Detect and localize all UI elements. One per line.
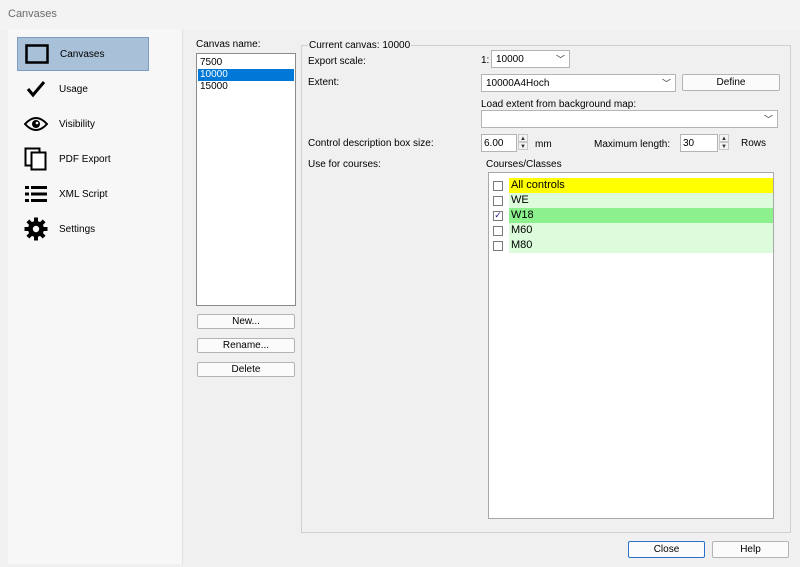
delete-canvas-button[interactable]: Delete — [197, 362, 295, 377]
sidebar-item-visibility[interactable]: Visibility — [17, 107, 149, 141]
spin-up-icon[interactable]: ▲ — [719, 134, 729, 142]
course-checkbox[interactable] — [493, 225, 503, 236]
max-length-stepper[interactable]: ▲ ▼ — [719, 134, 729, 150]
list-icon — [23, 181, 49, 207]
checkmark-icon: ✓ — [494, 210, 502, 220]
sidebar: Canvases Usage Visibility PDF Export XML… — [8, 29, 183, 564]
courses-group-title: Courses/Classes — [486, 159, 562, 170]
sidebar-item-label: Settings — [59, 223, 96, 235]
sidebar-item-label: Visibility — [59, 118, 95, 130]
sidebar-item-canvases[interactable]: Canvases — [17, 37, 149, 71]
course-checkbox[interactable]: ✓ — [493, 210, 503, 221]
max-length-value: 30 — [683, 137, 695, 149]
export-scale-value: 10000 — [496, 53, 524, 65]
scale-prefix: 1: — [481, 55, 490, 66]
title-bar: Canvases — [0, 0, 800, 30]
pdf-pages-icon — [23, 146, 49, 172]
sidebar-item-pdf-export[interactable]: PDF Export — [17, 142, 149, 176]
window-title: Canvases — [8, 8, 57, 20]
sidebar-item-label: XML Script — [59, 188, 108, 200]
sidebar-item-usage[interactable]: Usage — [17, 72, 149, 106]
spin-down-icon[interactable]: ▼ — [719, 142, 729, 150]
list-item[interactable]: All controls — [493, 178, 773, 193]
checkmark-icon — [23, 76, 49, 102]
chevron-down-icon[interactable]: ﹀ — [662, 77, 671, 90]
list-item[interactable]: 7500 — [198, 57, 294, 69]
extent-value: 10000A4Hoch — [486, 77, 550, 89]
canvas-icon — [24, 41, 50, 67]
define-button[interactable]: Define — [682, 74, 780, 91]
extent-combo[interactable]: 10000A4Hoch ﹀ — [481, 74, 676, 92]
course-name: All controls — [509, 178, 773, 193]
canvas-name-label: Canvas name: — [196, 39, 261, 50]
extent-label: Extent: — [308, 77, 340, 88]
course-name: M80 — [509, 238, 773, 253]
sidebar-item-xml-script[interactable]: XML Script — [17, 177, 149, 211]
course-checkbox[interactable] — [493, 195, 503, 206]
export-scale-combo[interactable]: 10000 ﹀ — [491, 50, 570, 68]
use-for-courses-label: Use for courses: — [308, 159, 381, 170]
list-item[interactable]: 15000 — [198, 81, 294, 93]
list-item[interactable]: 10000 — [198, 69, 294, 81]
courses-checklist[interactable]: All controls WE ✓ W18 M60 M80 — [488, 172, 774, 519]
list-item[interactable]: WE — [493, 193, 773, 208]
sidebar-item-label: Canvases — [60, 48, 105, 60]
list-item[interactable]: ✓ W18 — [493, 208, 773, 223]
spin-down-icon[interactable]: ▼ — [518, 142, 528, 150]
sidebar-item-label: PDF Export — [59, 153, 111, 165]
course-checkbox[interactable] — [493, 180, 503, 191]
sidebar-item-label: Usage — [59, 83, 88, 95]
chevron-down-icon[interactable]: ﹀ — [764, 113, 773, 126]
load-extent-label: Load extent from background map: — [481, 99, 637, 110]
course-checkbox[interactable] — [493, 240, 503, 251]
box-size-input[interactable]: 6.00 — [481, 134, 517, 152]
new-canvas-button[interactable]: New... — [197, 314, 295, 329]
close-button[interactable]: Close — [628, 541, 705, 558]
max-length-unit: Rows — [741, 138, 767, 149]
load-extent-combo[interactable]: ﹀ — [481, 110, 778, 128]
eye-icon — [23, 111, 49, 137]
list-item[interactable]: M60 — [493, 223, 773, 238]
max-length-input[interactable]: 30 — [680, 134, 718, 152]
box-size-unit: mm — [535, 139, 552, 150]
spin-up-icon[interactable]: ▲ — [518, 134, 528, 142]
box-size-stepper[interactable]: ▲ ▼ — [518, 134, 528, 150]
current-canvas-title: Current canvas: 10000 — [308, 40, 412, 51]
export-scale-label: Export scale: — [308, 56, 366, 67]
gear-icon — [23, 216, 49, 242]
chevron-down-icon[interactable]: ﹀ — [556, 53, 565, 66]
max-length-label: Maximum length: — [594, 139, 671, 150]
box-size-label: Control description box size: — [308, 138, 434, 149]
list-item[interactable]: M80 — [493, 238, 773, 253]
course-name: W18 — [509, 208, 773, 223]
help-button[interactable]: Help — [712, 541, 789, 558]
course-name: WE — [509, 193, 773, 208]
canvas-listbox[interactable]: 7500 10000 15000 — [196, 53, 296, 306]
sidebar-item-settings[interactable]: Settings — [17, 212, 149, 246]
course-name: M60 — [509, 223, 773, 238]
box-size-value: 6.00 — [484, 137, 504, 149]
rename-canvas-button[interactable]: Rename... — [197, 338, 295, 353]
